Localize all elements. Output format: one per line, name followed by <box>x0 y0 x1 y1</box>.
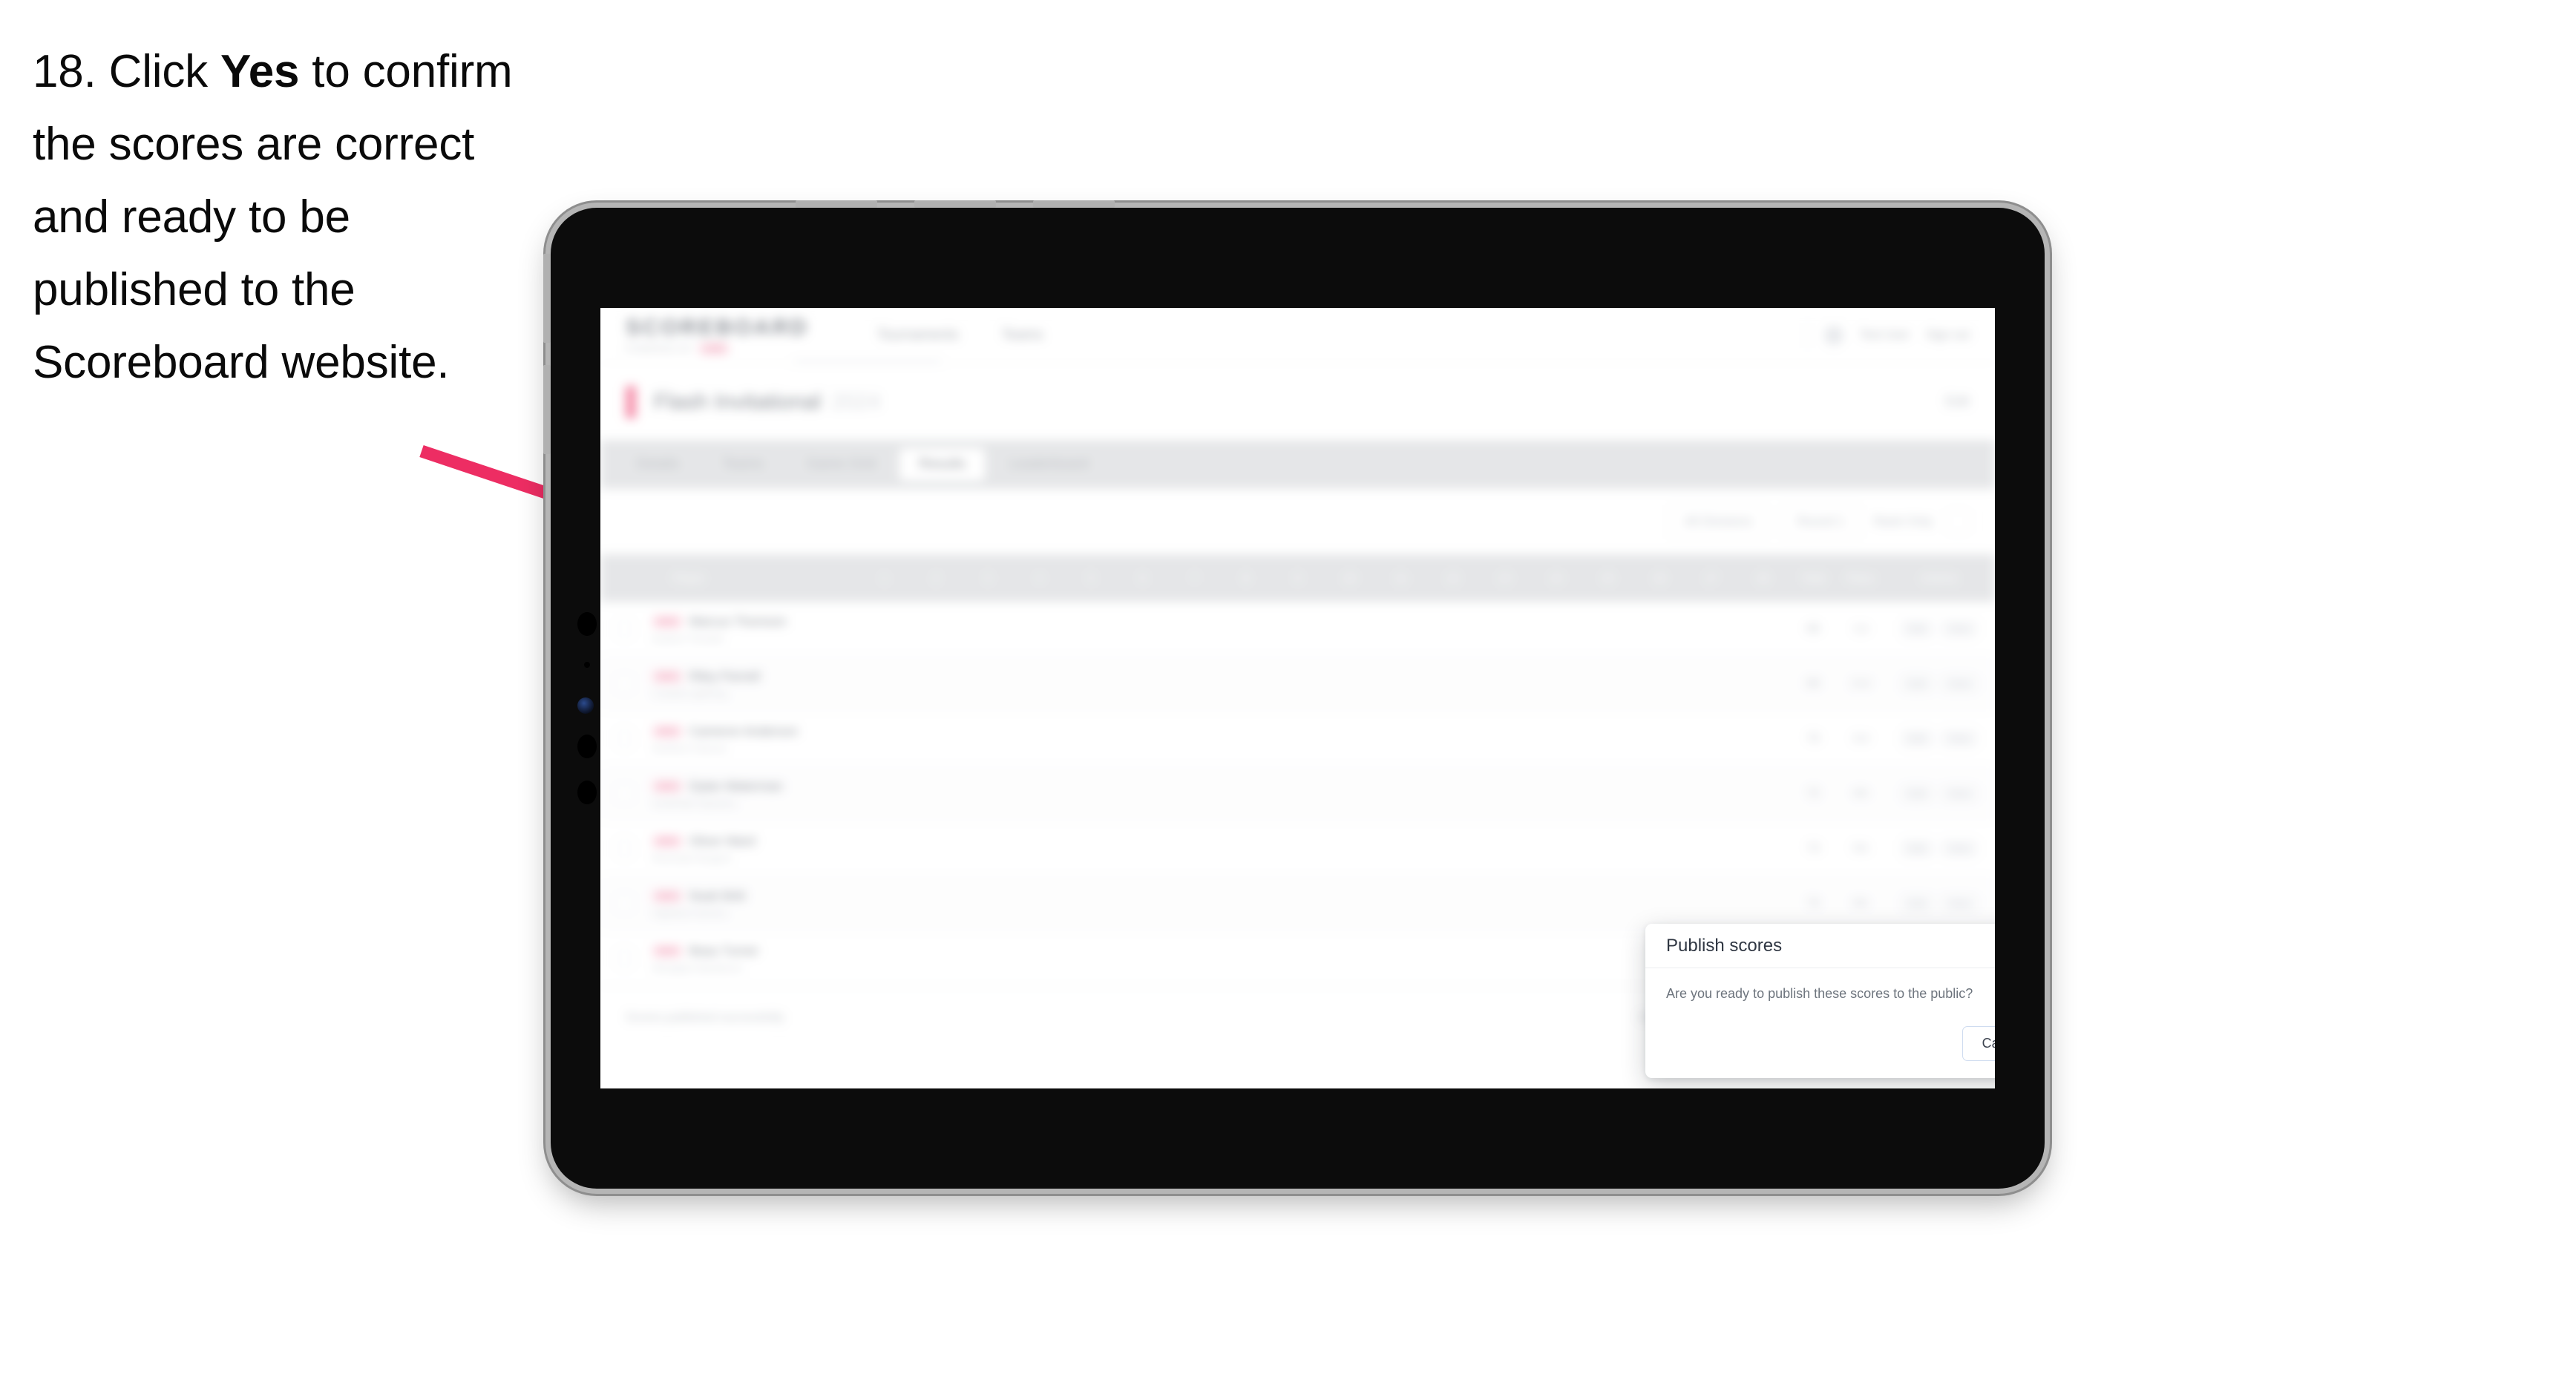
tablet-device: SCOREBOARD POWERED BY LIVE Tournaments T… <box>543 200 2045 1189</box>
publish-scores-modal: Publish scores ✕ Are you ready to publis… <box>1645 924 1995 1078</box>
caption-prefix: 18. Click <box>33 46 220 97</box>
device-volume-button-up <box>543 254 551 343</box>
device-volume-button-down <box>543 365 551 454</box>
modal-message: Are you ready to publish these scores to… <box>1666 986 1973 1001</box>
modal-header: Publish scores ✕ <box>1645 924 1995 968</box>
device-top-button-2 <box>914 200 996 208</box>
caption-bold-keyword: Yes <box>220 46 300 97</box>
device-top-button-3 <box>1033 200 1115 208</box>
instruction-caption: 18. Click Yes to confirm the scores are … <box>33 36 552 399</box>
modal-actions: Cancel Yes <box>1962 1025 1995 1062</box>
tablet-screen: SCOREBOARD POWERED BY LIVE Tournaments T… <box>600 308 1995 1088</box>
sensor-icon-3 <box>577 781 597 804</box>
modal-title: Publish scores <box>1666 935 1783 956</box>
cancel-button[interactable]: Cancel <box>1962 1026 1995 1061</box>
device-top-button-1 <box>796 200 877 208</box>
modal-body: Are you ready to publish these scores to… <box>1645 968 1995 1002</box>
sensor-dot-icon <box>584 662 590 668</box>
front-camera-icon <box>577 612 597 636</box>
caption-suffix: to confirm the scores are correct and re… <box>33 46 513 388</box>
sensor-icon-2 <box>577 735 597 758</box>
camera-lens-icon <box>577 697 594 714</box>
